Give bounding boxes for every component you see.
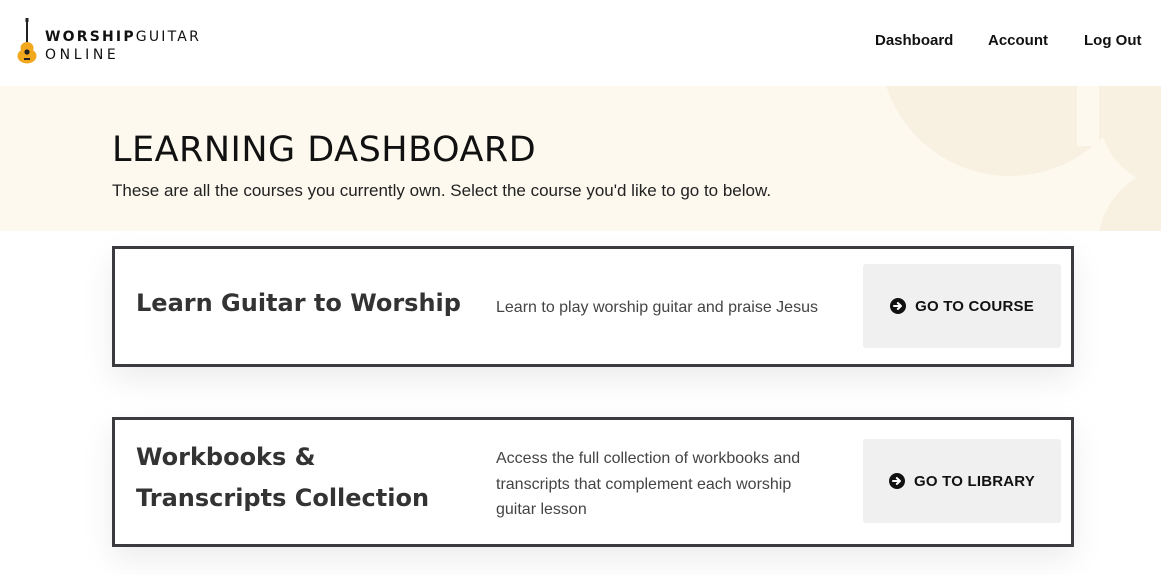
nav-link-account[interactable]: Account (988, 32, 1048, 49)
course-title: Workbooks & Transcripts Collection (136, 443, 430, 512)
go-to-library-button[interactable]: GO TO LIBRARY (863, 439, 1061, 523)
button-label: GO TO COURSE (915, 297, 1034, 315)
hero-decoration (1077, 86, 1099, 146)
hero-decoration (1098, 166, 1161, 231)
button-label: GO TO LIBRARY (914, 472, 1035, 490)
go-to-course-button[interactable]: GO TO COURSE (863, 264, 1061, 348)
logo-wordmark-line2: ONLINE (45, 47, 120, 63)
guitar-icon (17, 18, 37, 64)
site-logo[interactable]: WORSHIPGUITAR ONLINE (16, 18, 226, 66)
site-header: WORSHIPGUITAR ONLINE Dashboard Account L… (0, 0, 1161, 86)
course-card: Learn Guitar to Worship Learn to play wo… (112, 246, 1074, 367)
page-subtitle: These are all the courses you currently … (112, 181, 772, 200)
course-title: Learn Guitar to Worship (136, 289, 461, 317)
nav-link-dashboard[interactable]: Dashboard (875, 32, 953, 49)
course-description: Access the full collection of workbooks … (496, 450, 801, 518)
hero-banner: LEARNING DASHBOARD These are all the cou… (0, 86, 1161, 231)
arrow-circle-right-icon (890, 298, 907, 314)
arrow-circle-right-icon (889, 473, 906, 489)
logo-wordmark-line1: WORSHIPGUITAR (45, 29, 201, 45)
page-title: LEARNING DASHBOARD (112, 130, 537, 170)
nav-link-log-out[interactable]: Log Out (1084, 32, 1141, 49)
course-description: Learn to play worship guitar and praise … (496, 299, 818, 316)
course-card: Workbooks & Transcripts Collection Acces… (112, 417, 1074, 547)
